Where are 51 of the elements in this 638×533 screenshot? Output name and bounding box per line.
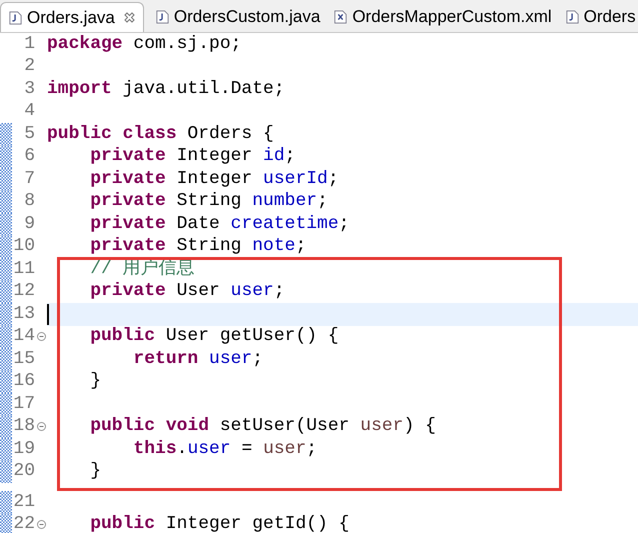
code-line: private String number; [89,190,328,214]
line-number: 5 [23,122,35,146]
code-line: public User getUser() { [89,325,339,348]
line-number: 21 [12,490,35,514]
line-number: 7 [23,168,35,191]
code-line: private Date createtime; [89,212,350,236]
collapse-icon[interactable] [36,332,46,342]
line-number: 16 [12,370,35,394]
line-number: 18 [12,415,35,438]
line-number: 14 [12,325,35,348]
line-number: 19 [12,438,35,461]
code-line: } [89,370,102,394]
code-line: } [89,460,102,484]
close-icon[interactable] [124,12,135,23]
code-line: public class Orders { [47,122,274,146]
collapse-icon[interactable] [36,520,46,530]
line-number: 4 [23,100,35,124]
code-line: public Integer getId() { [89,513,350,533]
editor-tab[interactable]: OrdersCustom.java [154,2,322,32]
line-number: 2 [23,55,35,78]
code-line: public void setUser(User user) { [89,415,436,438]
line-number: 17 [12,392,35,416]
collapse-icon[interactable] [36,422,46,432]
code-line: private User user; [89,280,285,304]
editor-tab[interactable]: Orders [564,2,638,32]
file-icon [156,9,169,25]
line-number: 6 [23,145,35,168]
code-line: private Integer userId; [89,168,339,191]
line-number: 22 [12,513,35,533]
file-icon [9,10,22,26]
line-number: 12 [12,280,35,304]
code-line: return user; [132,348,264,371]
line-number: 13 [12,302,35,326]
editor-tab[interactable]: OrdersMapperCustom.xml [332,2,554,32]
line-number: 8 [23,190,35,214]
code-line: import java.util.Date; [47,78,285,101]
line-number: 1 [23,32,35,56]
code-line: private Integer id; [89,145,296,168]
code-line: this.user = user; [132,438,318,461]
line-number: 9 [23,212,35,236]
code-line: private String note; [89,235,306,258]
text-cursor [47,304,49,325]
file-icon [566,9,579,25]
line-number: 11 [12,258,35,281]
line-number: 15 [12,348,35,371]
line-number: 20 [12,460,35,484]
line-number: 10 [12,235,35,258]
code-line: package com.sj.po; [47,32,242,56]
editor-tab[interactable]: Orders.java [0,2,144,32]
line-number: 3 [23,78,35,101]
file-icon [334,9,348,25]
